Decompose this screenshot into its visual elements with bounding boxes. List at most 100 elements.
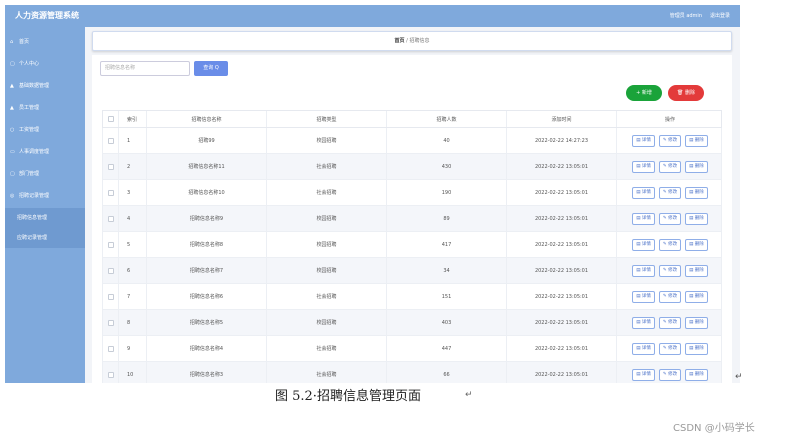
detail-button[interactable]: ▤ 详情 <box>632 264 655 277</box>
sidebar-item[interactable]: ▲ 员工管理 <box>5 98 85 118</box>
row-checkbox[interactable] <box>107 371 114 378</box>
row-checkbox[interactable] <box>107 189 114 196</box>
table-row: 6 招聘信息名称7 校园招聘 34 2022-02-22 13:05:01 ▤ 详情 ✎ 修… <box>102 258 722 284</box>
row-delete-button[interactable]: ▤ 删除 <box>685 342 708 355</box>
row-name: 招聘信息名称3 <box>147 362 267 383</box>
row-operations: ▤ 详情 ✎ 修改 ▤ 删除 <box>617 258 723 283</box>
detail-button[interactable]: ▤ 详情 <box>632 160 655 173</box>
header-name: 招聘信息名称 <box>147 111 267 127</box>
app-window: 人力资源管理系统 管理员 admin 退出登录 ⌂ 首页 ▢ 个人中心 ▲ 基础数据管理 ▲… <box>5 5 740 383</box>
detail-button[interactable]: ▤ 详情 <box>632 186 655 199</box>
row-checkbox[interactable] <box>107 241 114 248</box>
current-user: 管理员 admin <box>669 13 702 19</box>
row-type: 校园招聘 <box>267 206 387 231</box>
row-name: 招聘信息名称10 <box>147 180 267 205</box>
edit-button[interactable]: ✎ 修改 <box>658 342 682 355</box>
row-index: 1 <box>119 128 147 153</box>
row-operations: ▤ 详情 ✎ 修改 ▤ 删除 <box>617 206 723 231</box>
header-time: 添加时间 <box>507 111 617 127</box>
sidebar-item[interactable]: ○ 工资管理 <box>5 120 85 140</box>
logout-link[interactable]: 退出登录 <box>710 12 730 19</box>
add-button[interactable]: + 新增 <box>626 85 662 101</box>
row-delete-button[interactable]: ▤ 删除 <box>685 160 708 173</box>
row-delete-button[interactable]: ▤ 删除 <box>685 290 708 303</box>
row-select-cell <box>103 232 119 257</box>
sidebar-item[interactable]: ▭ 人事调度管理 <box>5 142 85 162</box>
row-index: 2 <box>119 154 147 179</box>
sidebar-item[interactable]: ◎ 招聘记录管理 <box>5 186 85 206</box>
edit-button[interactable]: ✎ 修改 <box>658 264 682 277</box>
sidebar-item[interactable]: ▢ 个人中心 <box>5 54 85 74</box>
detail-button[interactable]: ▤ 详情 <box>632 290 655 303</box>
sidebar-subitem[interactable]: 招聘信息管理 <box>5 208 85 228</box>
row-time: 2022-02-22 13:05:01 <box>507 362 617 383</box>
row-delete-button[interactable]: ▤ 删除 <box>685 186 708 199</box>
row-operations: ▤ 详情 ✎ 修改 ▤ 删除 <box>617 128 723 153</box>
row-type: 社会招聘 <box>267 336 387 361</box>
row-operations: ▤ 详情 ✎ 修改 ▤ 删除 <box>617 362 723 383</box>
row-index: 9 <box>119 336 147 361</box>
staff-icon: ▲ <box>10 105 14 111</box>
edit-button[interactable]: ✎ 修改 <box>658 238 682 251</box>
row-index: 5 <box>119 232 147 257</box>
row-select-cell <box>103 284 119 309</box>
row-time: 2022-02-22 13:05:01 <box>507 258 617 283</box>
detail-button[interactable]: ▤ 详情 <box>632 212 655 225</box>
edit-button[interactable]: ✎ 修改 <box>658 186 682 199</box>
detail-button[interactable]: ▤ 详情 <box>632 238 655 251</box>
row-delete-button[interactable]: ▤ 删除 <box>685 264 708 277</box>
table-row: 2 招聘信息名称11 社会招聘 430 2022-02-22 13:05:01 ▤ 详情 ✎… <box>102 154 722 180</box>
sidebar-subitem[interactable]: 应聘记录管理 <box>5 228 85 248</box>
document-figure: 人力资源管理系统 管理员 admin 退出登录 ⌂ 首页 ▢ 个人中心 ▲ 基础数据管理 ▲… <box>0 0 791 441</box>
sidebar-item[interactable]: ⌂ 首页 <box>5 32 85 52</box>
edit-button[interactable]: ✎ 修改 <box>658 368 682 381</box>
row-delete-button[interactable]: ▤ 删除 <box>685 212 708 225</box>
table-row: 5 招聘信息名称8 校园招聘 417 2022-02-22 13:05:01 ▤ 详情 ✎ … <box>102 232 722 258</box>
row-delete-button[interactable]: ▤ 删除 <box>685 368 708 381</box>
row-count: 190 <box>387 180 507 205</box>
row-delete-button[interactable]: ▤ 删除 <box>685 134 708 147</box>
detail-button[interactable]: ▤ 详情 <box>632 368 655 381</box>
row-checkbox[interactable] <box>107 163 114 170</box>
row-count: 430 <box>387 154 507 179</box>
row-name: 招聘信息名称6 <box>147 284 267 309</box>
row-name: 招聘信息名称4 <box>147 336 267 361</box>
row-time: 2022-02-22 13:05:01 <box>507 284 617 309</box>
row-operations: ▤ 详情 ✎ 修改 ▤ 删除 <box>617 310 723 335</box>
row-delete-button[interactable]: ▤ 删除 <box>685 316 708 329</box>
detail-button[interactable]: ▤ 详情 <box>632 134 655 147</box>
search-input[interactable]: 招聘信息名称 <box>100 61 190 76</box>
sidebar-item[interactable]: ▲ 基础数据管理 <box>5 76 85 96</box>
edit-button[interactable]: ✎ 修改 <box>658 290 682 303</box>
row-time: 2022-02-22 13:05:01 <box>507 206 617 231</box>
paragraph-mark: ↵ <box>465 390 473 400</box>
row-checkbox[interactable] <box>107 215 114 222</box>
row-checkbox[interactable] <box>107 293 114 300</box>
row-operations: ▤ 详情 ✎ 修改 ▤ 删除 <box>617 336 723 361</box>
row-index: 7 <box>119 284 147 309</box>
content-panel: 招聘信息名称 查询 Q + 新增 🗑 删除 索引 招聘信息名称 招聘类型 招聘人… <box>92 55 732 383</box>
row-delete-button[interactable]: ▤ 删除 <box>685 238 708 251</box>
row-checkbox[interactable] <box>107 345 114 352</box>
breadcrumb-home[interactable]: 首页 <box>395 38 405 44</box>
row-time: 2022-02-22 13:05:01 <box>507 336 617 361</box>
row-count: 403 <box>387 310 507 335</box>
detail-button[interactable]: ▤ 详情 <box>632 342 655 355</box>
table-row: 3 招聘信息名称10 社会招聘 190 2022-02-22 13:05:01 ▤ 详情 ✎… <box>102 180 722 206</box>
edit-button[interactable]: ✎ 修改 <box>658 212 682 225</box>
detail-button[interactable]: ▤ 详情 <box>632 316 655 329</box>
row-checkbox[interactable] <box>107 319 114 326</box>
edit-button[interactable]: ✎ 修改 <box>658 160 682 173</box>
row-checkbox[interactable] <box>107 267 114 274</box>
row-checkbox[interactable] <box>107 137 114 144</box>
edit-button[interactable]: ✎ 修改 <box>658 316 682 329</box>
delete-button[interactable]: 🗑 删除 <box>668 85 704 101</box>
sidebar-item[interactable]: ▢ 部门管理 <box>5 164 85 184</box>
row-time: 2022-02-22 14:27:23 <box>507 128 617 153</box>
transfer-icon: ▭ <box>10 149 15 155</box>
search-button[interactable]: 查询 Q <box>194 61 228 76</box>
row-index: 3 <box>119 180 147 205</box>
edit-button[interactable]: ✎ 修改 <box>658 134 682 147</box>
side-paragraph-mark: ↵ <box>735 372 743 382</box>
select-all-checkbox[interactable] <box>107 116 114 122</box>
